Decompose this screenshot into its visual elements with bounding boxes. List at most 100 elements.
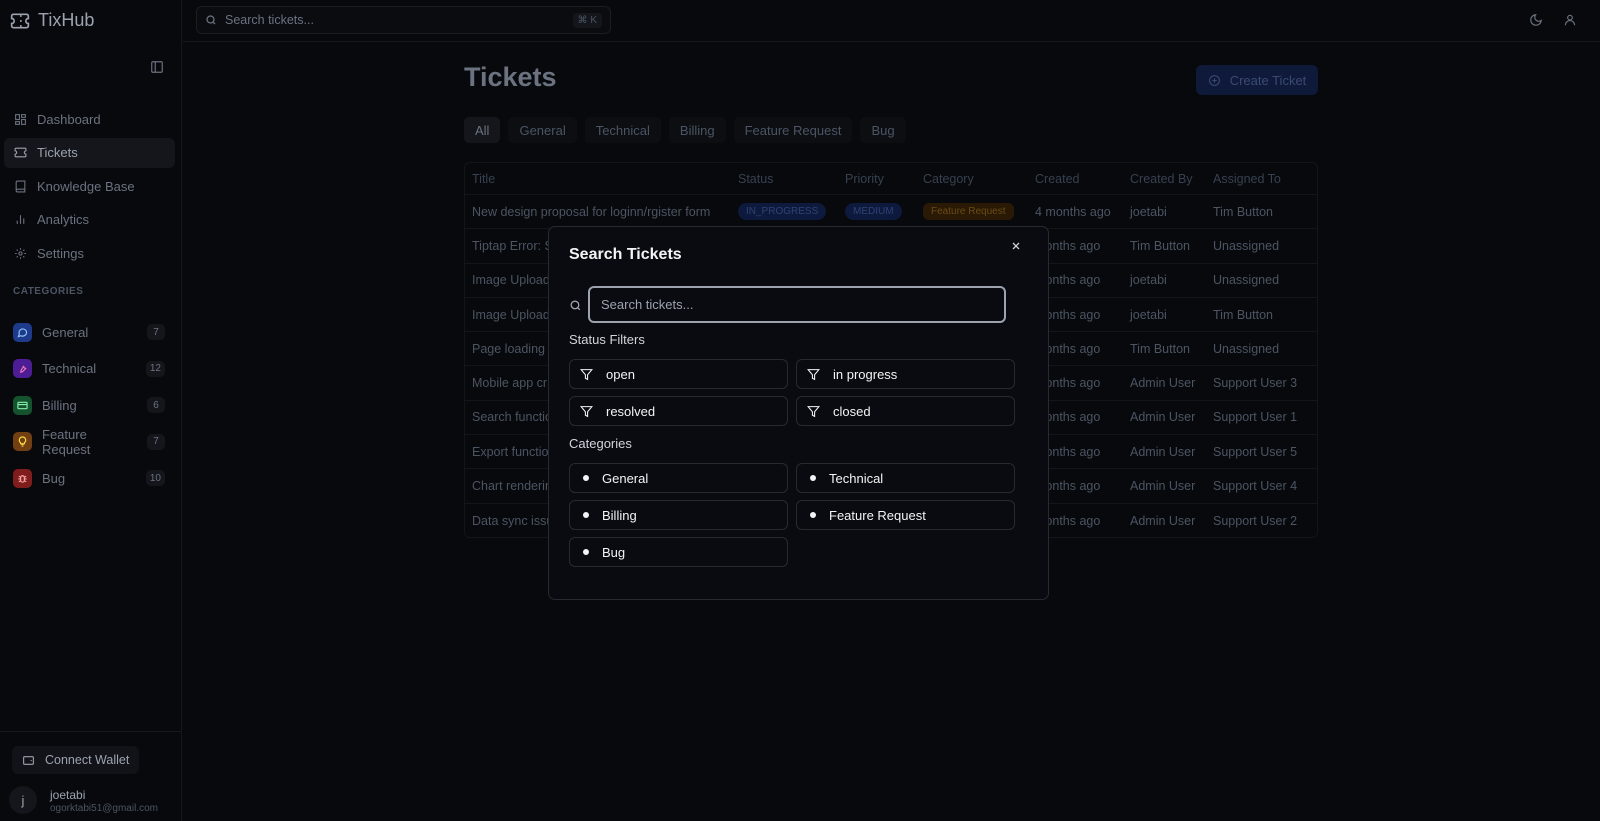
cell-created-by: Tim Button (1130, 341, 1190, 356)
cell-created: months ago (1035, 376, 1101, 391)
cell-created: months ago (1035, 307, 1101, 322)
tab-all[interactable]: All (464, 117, 501, 143)
user-icon[interactable] (1563, 13, 1577, 27)
connect-wallet-button[interactable]: Connect Wallet (12, 746, 140, 774)
filter-icon (807, 405, 820, 417)
column-header-created[interactable]: Created (1035, 172, 1130, 186)
cell-created: months ago (1035, 410, 1101, 425)
column-header-status[interactable]: Status (738, 172, 845, 186)
cell-created: months ago (1035, 238, 1101, 253)
status-filter-resolved[interactable]: resolved (569, 396, 788, 426)
card-icon (13, 395, 32, 415)
nav-label: Dashboard (37, 111, 101, 127)
category-count: 6 (147, 397, 165, 414)
category-item-billing[interactable]: Billing 6 (13, 387, 165, 424)
cell-created-by: Admin User (1130, 479, 1196, 494)
status-filter-in-progress[interactable]: in progress (796, 359, 1015, 389)
nav-item-tickets[interactable]: Tickets (4, 137, 175, 168)
nav-item-knowledge-base[interactable]: Knowledge Base (4, 171, 175, 201)
page-title: Tickets (464, 62, 557, 92)
bar-chart-icon (16, 215, 25, 224)
status-filter-open[interactable]: open (569, 359, 788, 389)
tab-billing[interactable]: Billing (668, 117, 726, 143)
tab-general[interactable]: General (508, 117, 577, 143)
wallet-label: Connect Wallet (45, 753, 130, 767)
shortcut-hint: ⌘ K (572, 12, 602, 28)
create-ticket-button[interactable]: Create Ticket (1196, 65, 1318, 95)
tab-technical[interactable]: Technical (584, 117, 661, 143)
nav-item-analytics[interactable]: Analytics (4, 205, 175, 235)
main-nav: Dashboard Tickets Knowledge Base Analyti… (4, 104, 175, 272)
category-item-bug[interactable]: Bug 10 (13, 460, 165, 497)
cell-created: months ago (1035, 444, 1101, 459)
column-header-assigned-to[interactable]: Assigned To (1213, 172, 1313, 186)
dot-icon (583, 475, 589, 481)
nav-item-settings[interactable]: Settings (4, 238, 175, 268)
category-filter-billing[interactable]: Billing (569, 500, 788, 530)
column-header-created-by[interactable]: Created By (1130, 172, 1213, 186)
avatar[interactable]: j (9, 786, 37, 814)
wrench-icon (13, 359, 32, 379)
categories-heading: CATEGORIES (13, 286, 84, 297)
priority-badge: MEDIUM (845, 203, 902, 221)
category-filter-bug[interactable]: Bug (569, 537, 788, 567)
moon-icon[interactable] (1529, 13, 1543, 27)
user-name: joetabi (50, 788, 86, 802)
category-filter-label: Bug (602, 544, 626, 560)
category-label: Billing (42, 397, 77, 413)
nav-label: Knowledge Base (37, 178, 135, 194)
cell-created-by: joetabi (1130, 204, 1167, 219)
category-filter-technical[interactable]: Technical (796, 463, 1015, 493)
cell-created: months ago (1035, 479, 1101, 494)
top-search-box[interactable]: Search tickets... ⌘ K (196, 6, 611, 34)
category-label: Bug (42, 470, 66, 486)
category-filter-label: General (602, 470, 649, 486)
search-tickets-modal: Search Tickets Status Filters open in pr… (548, 226, 1049, 600)
table-row[interactable]: New design proposal for loginn/rgister f… (465, 195, 1317, 230)
status-filter-label: resolved (606, 403, 656, 419)
cell-assigned-to: Tim Button (1213, 307, 1273, 322)
chat-icon (13, 322, 32, 342)
sidebar: TixHub Dashboard Tickets Knowledge Base … (0, 0, 182, 821)
cell-created: 4 months ago (1035, 204, 1111, 219)
close-icon[interactable] (1010, 240, 1022, 252)
category-tabs: All General Technical Billing Feature Re… (464, 117, 906, 143)
wallet-icon (23, 755, 34, 765)
column-header-category[interactable]: Category (923, 172, 1035, 186)
sidebar-toggle-icon[interactable] (150, 60, 164, 74)
modal-search-input[interactable] (588, 286, 1006, 323)
category-count: 10 (145, 470, 165, 487)
lightbulb-icon (13, 432, 32, 452)
column-header-title[interactable]: Title (465, 172, 738, 186)
app-logo[interactable]: TixHub (10, 10, 94, 31)
sidebar-footer: Connect Wallet j joetabi ogorktabi51@gma… (0, 731, 182, 821)
cell-created: months ago (1035, 341, 1101, 356)
category-filter-label: Billing (602, 507, 637, 523)
cell-created-by: joetabi (1130, 273, 1167, 288)
status-filter-closed[interactable]: closed (796, 396, 1015, 426)
category-filter-general[interactable]: General (569, 463, 788, 493)
category-item-technical[interactable]: Technical 12 (13, 351, 165, 388)
category-item-feature-request[interactable]: Feature Request 7 (13, 424, 165, 461)
app-name: TixHub (38, 10, 95, 30)
nav-label: Analytics (37, 212, 90, 227)
nav-item-dashboard[interactable]: Dashboard (4, 104, 175, 134)
gear-icon (15, 247, 26, 259)
tab-feature-request[interactable]: Feature Request (733, 117, 853, 143)
search-icon (206, 15, 216, 25)
search-icon (570, 300, 581, 311)
cell-assigned-to: Unassigned (1213, 273, 1280, 288)
user-email: ogorktabi51@gmail.com (50, 803, 158, 814)
category-count: 7 (147, 433, 165, 450)
column-header-priority[interactable]: Priority (845, 172, 923, 186)
category-item-general[interactable]: General 7 (13, 314, 165, 351)
status-filters-heading: Status Filters (569, 332, 645, 347)
nav-label: Tickets (37, 145, 78, 160)
cell-assigned-to: Unassigned (1213, 238, 1280, 253)
table-header: Title Status Priority Category Created C… (465, 163, 1317, 195)
cell-assigned-to: Unassigned (1213, 341, 1280, 356)
ticket-icon (14, 147, 27, 158)
tab-bug[interactable]: Bug (860, 117, 906, 143)
category-filter-feature-request[interactable]: Feature Request (796, 500, 1015, 530)
bug-icon (13, 468, 32, 488)
